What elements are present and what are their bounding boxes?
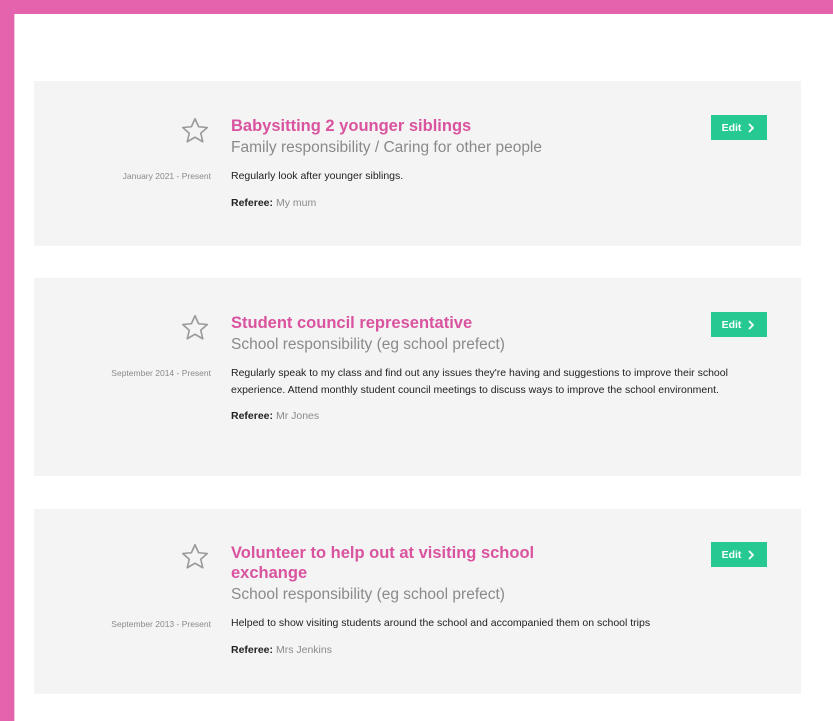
entry-date: September 2013 - Present [111, 619, 211, 629]
entry-date: January 2021 - Present [122, 171, 211, 181]
experience-card: January 2021 - Present Babysitting 2 you… [34, 81, 801, 246]
entry-category: Family responsibility / Caring for other… [231, 139, 542, 156]
referee-name: Mr Jones [275, 410, 320, 422]
edit-button-label: Edit [721, 318, 742, 331]
referee-label: Referee: [231, 410, 274, 422]
edit-button-label: Edit [721, 548, 742, 561]
entry-content: Volunteer to help out at visiting school… [231, 543, 650, 657]
entry-referee: Referee: Mrs Jenkins [231, 643, 591, 657]
edit-button-label: Edit [721, 121, 742, 134]
experience-card: September 2013 - Present Volunteer to he… [34, 509, 801, 694]
star-icon[interactable] [179, 313, 211, 343]
edit-button[interactable]: Edit [711, 312, 767, 337]
entry-date: September 2014 - Present [111, 368, 211, 378]
entry-content: Student council representative School re… [231, 313, 741, 423]
entry-description: Regularly speak to my class and find out… [231, 367, 728, 396]
edit-button[interactable]: Edit [711, 115, 767, 140]
entry-referee: Referee: Mr Jones [231, 409, 741, 423]
chevron-right-icon [747, 123, 756, 133]
referee-label: Referee: [231, 196, 274, 209]
experience-card: September 2014 - Present Student council… [34, 278, 801, 476]
page-frame-left-border [0, 0, 14, 721]
entry-category: School responsibility (eg school prefect… [231, 336, 505, 353]
entry-referee: Referee: My mum [231, 196, 741, 210]
chevron-right-icon [747, 550, 756, 560]
star-icon[interactable] [179, 542, 211, 572]
entry-title: Student council representative [231, 314, 473, 332]
entry-title: Volunteer to help out at visiting school… [231, 544, 535, 582]
entry-title: Babysitting 2 younger siblings [231, 117, 472, 135]
entry-category: School responsibility (eg school prefect… [231, 586, 505, 603]
edit-button[interactable]: Edit [711, 542, 767, 567]
entry-description: Helped to show visiting students around … [231, 617, 651, 629]
star-icon[interactable] [179, 116, 211, 146]
page-frame-top-border [0, 0, 833, 14]
referee-name: My mum [275, 196, 317, 209]
entry-content: Babysitting 2 younger siblings Family re… [231, 116, 741, 210]
page-frame-inner-line [14, 14, 15, 721]
referee-name: Mrs Jenkins [275, 643, 332, 656]
chevron-right-icon [747, 320, 756, 330]
referee-label: Referee: [231, 643, 274, 656]
entry-description: Regularly look after younger siblings. [231, 170, 404, 182]
